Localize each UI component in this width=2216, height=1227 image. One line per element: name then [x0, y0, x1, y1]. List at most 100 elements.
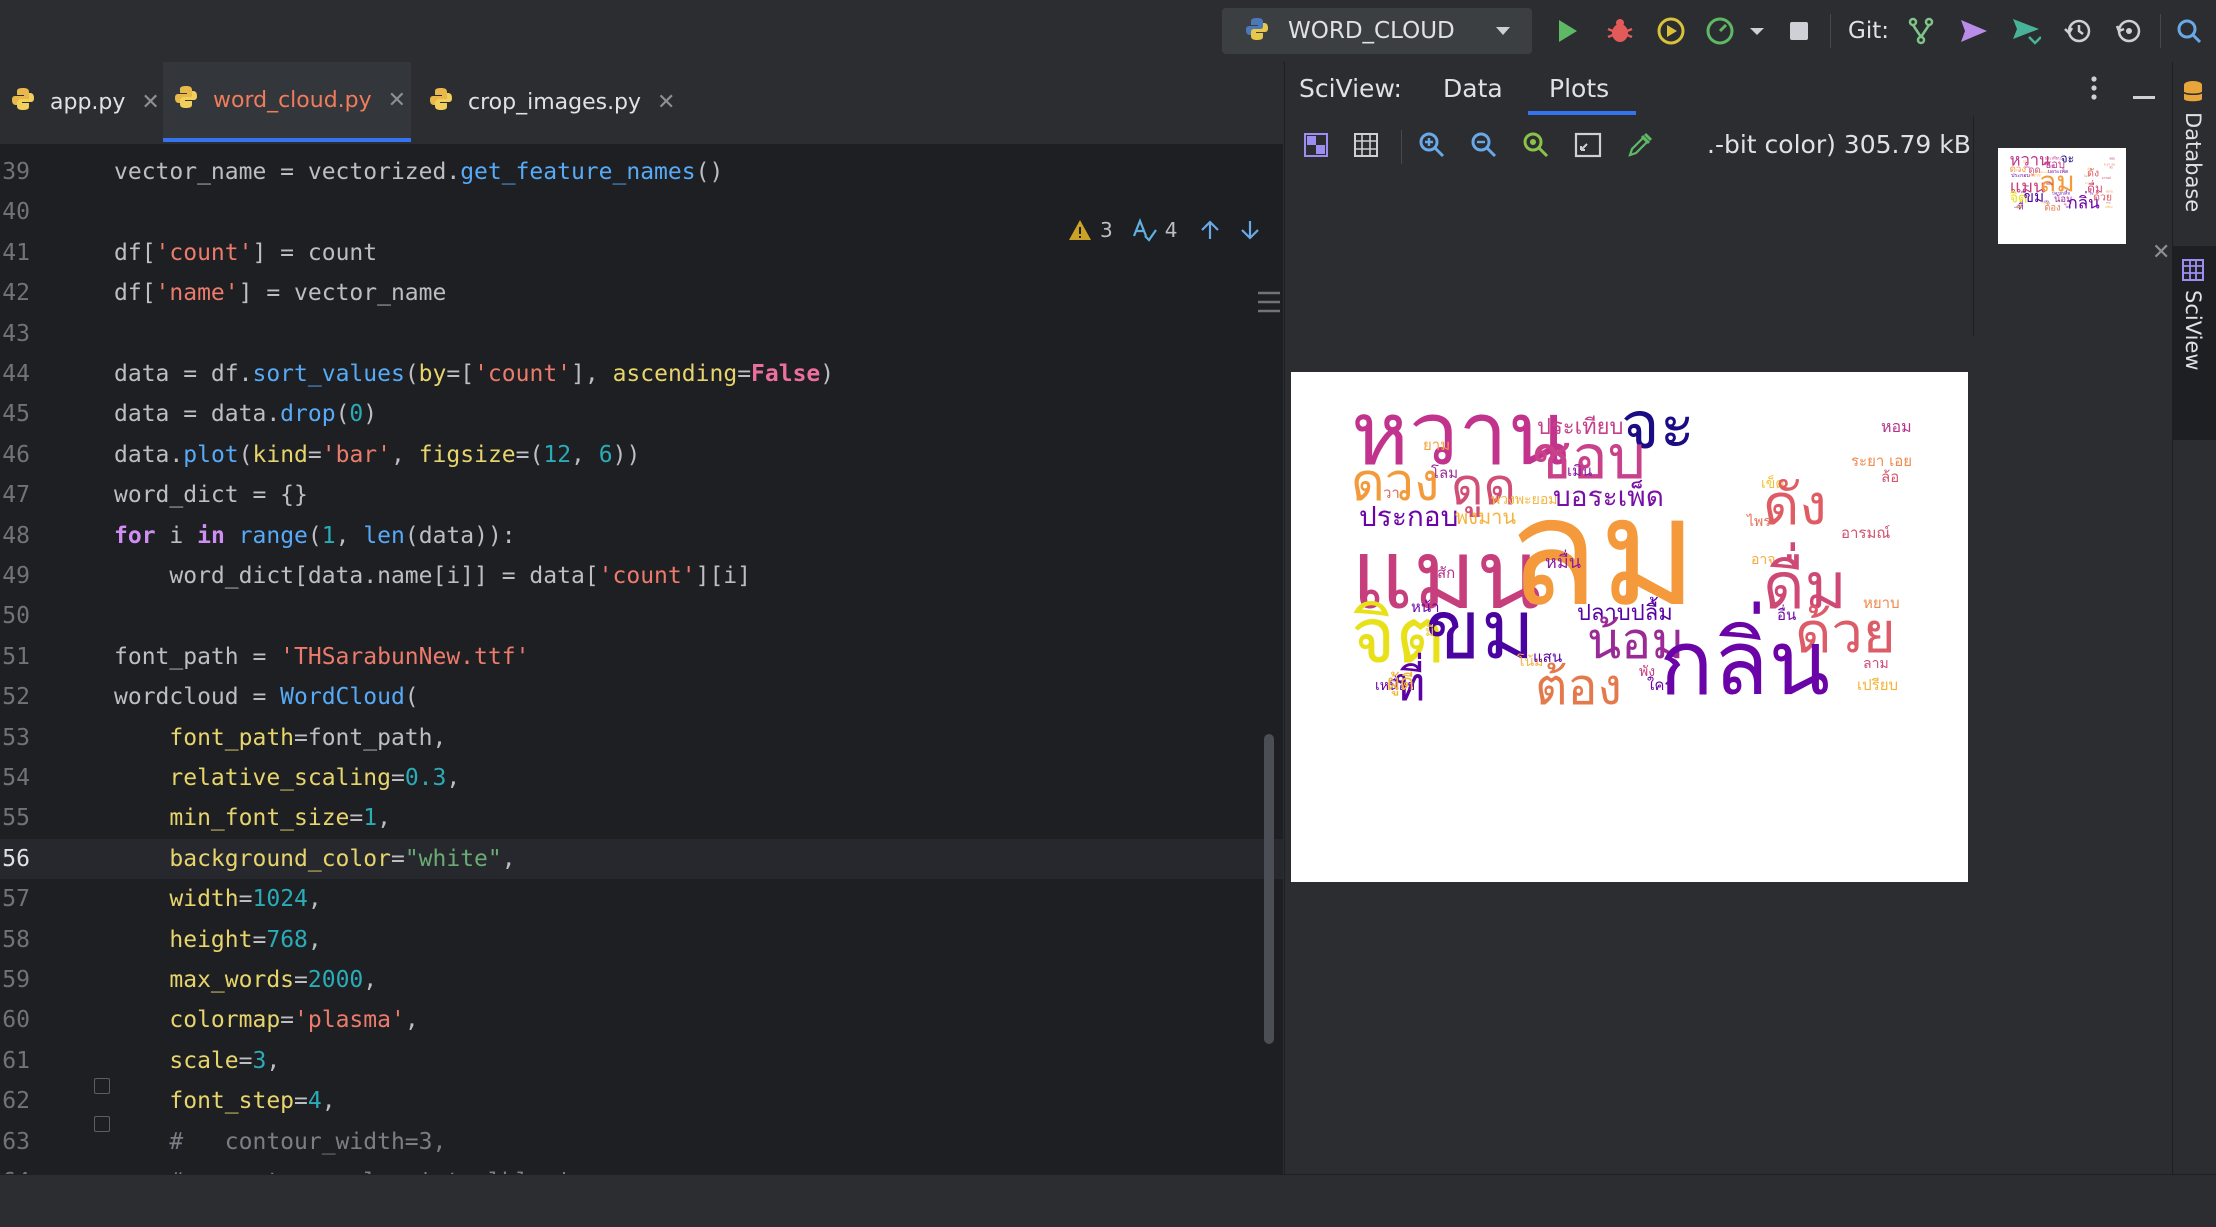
code-line[interactable]: 43 [0, 314, 1283, 354]
code-line[interactable]: 47 word_dict = {} [0, 475, 1283, 515]
menu-lines-icon[interactable] [1256, 290, 1282, 318]
grid-icon[interactable] [1351, 130, 1381, 160]
run-icon[interactable] [1552, 16, 1582, 46]
wordcloud-word: ยาม [1423, 436, 1450, 454]
plot-thumbnail[interactable]: หวาน จะ ชอบ ประเทียบ หอม ยาม ระยา เอย ดวง ดูด โลม… [1998, 148, 2126, 244]
plot-viewer[interactable]: หวาน จะ ชอบ ประเทียบ หอม ยาม ระยา เอย ดวง ดูด โลม… [1285, 176, 1973, 1174]
history-icon[interactable] [2063, 16, 2093, 46]
code-line[interactable]: 60 colormap='plasma', [0, 1000, 1283, 1040]
search-icon[interactable] [2174, 16, 2204, 46]
line-number: 60 [2, 1007, 30, 1034]
database-icon [2183, 81, 2203, 102]
wordcloud-word: ลาม [1863, 656, 1889, 672]
code-line[interactable]: 63 # contour_width=3, [0, 1122, 1283, 1162]
code-line[interactable]: 64 # contour_color='steelblue', [0, 1162, 1283, 1174]
tool-window-label: Database [2181, 112, 2205, 213]
zoom-actual-icon[interactable] [1521, 130, 1551, 160]
wordcloud-word: ใคร [2065, 205, 2070, 209]
code-line[interactable]: 46 data.plot(kind='bar', figsize=(12, 6)) [0, 435, 1283, 475]
git-label: Git: [1848, 18, 1889, 44]
plot-thumbnails: หวาน จะ ชอบ ประเทียบ หอม ยาม ระยา เอย ดวง ดูด โลม… [1973, 116, 2174, 336]
code-line[interactable]: 61 scale=3, [0, 1041, 1283, 1081]
code-line[interactable]: 49 word_dict[data.name[i]] = data['count… [0, 556, 1283, 596]
code-line[interactable]: 58 height=768, [0, 920, 1283, 960]
tool-window-sciview[interactable]: SciView [2181, 258, 2205, 371]
color-picker-icon[interactable] [1625, 130, 1655, 160]
tab-crop-images-py[interactable]: crop_images.py ✕ [418, 62, 678, 142]
more-options-icon[interactable] [2089, 74, 2099, 106]
code-line[interactable]: 48 for i in range(1, len(data)): [0, 516, 1283, 556]
code-line[interactable]: 62 font_step=4, [0, 1081, 1283, 1121]
wordcloud-image[interactable]: หวาน จะ ชอบ ประเทียบ หอม ยาม ระยา เอย ดวง ดูด โลม… [1291, 372, 1968, 882]
tab-word-cloud-py[interactable]: word_cloud.py ✕ [163, 62, 411, 142]
close-icon[interactable]: ✕ [141, 90, 159, 115]
debug-icon[interactable] [1605, 16, 1635, 46]
stop-icon[interactable] [1784, 16, 1814, 46]
code-line[interactable]: 55 min_font_size=1, [0, 798, 1283, 838]
line-number: 52 [2, 684, 30, 711]
tab-app-py[interactable]: app.py ✕ [0, 62, 160, 142]
line-number: 44 [2, 361, 30, 387]
zoom-in-icon[interactable] [1417, 130, 1447, 160]
code-text: max_words=2000, [169, 967, 378, 993]
code-area[interactable]: 39 vector_name = vectorized.get_feature_n… [0, 144, 1283, 1174]
wordcloud-word: ดัง [1763, 473, 1827, 538]
code-line[interactable]: 57 width=1024, [0, 879, 1283, 919]
image-info-text: -bit color) 305.79 kB [1714, 130, 1971, 159]
code-line[interactable]: 52 wordcloud = WordCloud( [0, 677, 1283, 717]
rollback-icon[interactable] [2114, 16, 2144, 46]
code-line[interactable]: 45 data = data.drop(0) [0, 394, 1283, 434]
editor-scrollbar[interactable] [1264, 734, 1274, 1044]
line-number: 41 [2, 239, 30, 266]
wordcloud-word: หอม [2109, 156, 2115, 160]
wordcloud-word: ลาม [2106, 202, 2111, 205]
table-icon [2182, 259, 2204, 281]
git-branch-icon[interactable] [1906, 16, 1936, 46]
python-file-icon [428, 86, 454, 118]
close-icon[interactable]: ✕ [657, 90, 675, 115]
code-line[interactable]: 39 vector_name = vectorized.get_feature_n… [0, 152, 1283, 192]
fit-icon[interactable] [1573, 130, 1603, 160]
toolbar-separator [2160, 14, 2161, 48]
wordcloud-word: กลิ่น [2068, 191, 2101, 213]
code-text: scale=3, [169, 1047, 281, 1074]
more-run-icon[interactable] [1742, 16, 1772, 46]
minimize-icon[interactable] [2133, 86, 2155, 105]
tab-plots[interactable]: Plots [1549, 74, 1609, 103]
coverage-icon[interactable] [1656, 16, 1686, 46]
code-line[interactable]: 56 background_color="white", [0, 838, 1283, 879]
line-number: 59 [2, 967, 30, 993]
git-push-icon[interactable] [1959, 16, 1989, 46]
chevron-down-icon[interactable] [1494, 22, 1512, 44]
line-number: 48 [2, 522, 30, 549]
tab-data[interactable]: Data [1443, 74, 1503, 103]
code-line[interactable]: 42 df['name'] = vector_name [0, 273, 1283, 313]
tab-label: word_cloud.py [213, 87, 372, 113]
fold-marker-icon[interactable] [94, 1116, 110, 1132]
wordcloud-word: โลม [1431, 464, 1458, 482]
wordcloud-word: ต้อง [1535, 658, 1622, 716]
tool-window-database[interactable]: Database [2181, 80, 2205, 212]
code-line[interactable]: 53 font_path=font_path, [0, 718, 1283, 758]
sciview-panel: SciView: Data Plots .-bit color) 305.79 … [1284, 62, 2174, 1174]
line-number: 50 [2, 603, 30, 630]
arrow-up-icon[interactable] [1199, 219, 1221, 241]
line-number: 58 [2, 926, 30, 953]
code-line[interactable]: 59 max_words=2000, [0, 960, 1283, 1000]
code-line[interactable]: 50 [0, 596, 1283, 636]
code-line[interactable]: 54 relative_scaling=0.3, [0, 758, 1283, 798]
close-icon[interactable]: ✕ [388, 88, 406, 113]
zoom-out-icon[interactable] [1469, 130, 1499, 160]
profile-icon[interactable] [1705, 16, 1735, 46]
run-configuration-selector[interactable]: WORD_CLOUD [1222, 8, 1532, 54]
line-number: 55 [2, 805, 30, 832]
git-commit-icon[interactable] [2011, 16, 2041, 46]
checkerboard-icon[interactable] [1301, 130, 1331, 160]
fold-marker-icon[interactable] [94, 1078, 110, 1094]
code-line[interactable]: 44 data = df.sort_values(by=['count'], as… [0, 354, 1283, 394]
close-icon[interactable]: ✕ [2152, 240, 2170, 265]
inspection-widget[interactable]: 3 4 [1068, 210, 1262, 250]
code-line[interactable]: 51 font_path = 'THSarabunNew.ttf' [0, 637, 1283, 677]
line-number: 42 [2, 280, 30, 307]
arrow-down-icon[interactable] [1239, 219, 1261, 241]
